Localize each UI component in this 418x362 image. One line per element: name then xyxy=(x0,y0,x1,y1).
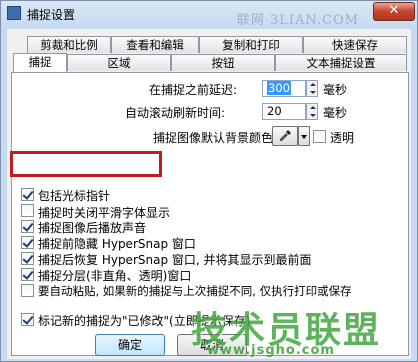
mark-modified-checkbox[interactable] xyxy=(21,313,34,326)
watermark-url: www.jsgho.com xyxy=(207,343,335,358)
hide-window-checkbox[interactable] xyxy=(21,236,34,249)
dialog-window: 捕捉设置 联网 3LIAN.COM ✕ 剪裁和比例 查看和编辑 复制和打印 快速… xyxy=(0,0,418,362)
close-button[interactable]: ✕ xyxy=(373,2,415,21)
bgcolor-label: 捕捉图像默认背景颜色: xyxy=(153,131,278,145)
restore-window-checkbox[interactable] xyxy=(21,252,34,265)
tab-quick-save[interactable]: 快速保存 xyxy=(303,36,407,53)
delay-label: 在捕捉之前延迟: xyxy=(149,83,238,97)
tab-capture[interactable]: 捕捉 xyxy=(13,53,67,72)
delay-unit: 毫秒 xyxy=(323,83,348,97)
play-sound-label: 捕捉图像后播放声音 xyxy=(38,221,147,235)
color-dropdown-button[interactable] xyxy=(298,126,310,146)
window-title: 捕捉设置 xyxy=(27,8,76,22)
autoscroll-label: 自动滚动刷新时间: xyxy=(125,106,226,120)
title-bar[interactable]: 捕捉设置 联网 3LIAN.COM ✕ xyxy=(1,1,418,28)
highlight-box xyxy=(10,151,162,177)
tab-region[interactable]: 区域 xyxy=(67,54,171,71)
delay-spinner[interactable] xyxy=(306,80,318,97)
app-icon xyxy=(7,6,21,20)
transparent-label: 透明 xyxy=(330,131,355,145)
color-picker-button[interactable] xyxy=(272,126,298,146)
ok-button[interactable]: 确定 xyxy=(95,334,165,356)
layered-window-label: 捕捉分层(非直角、透明)窗口 xyxy=(38,269,192,283)
restore-window-label: 捕捉后恢复 HyperSnap 窗口, 并将其显示到最前面 xyxy=(38,253,312,267)
disable-smoothing-checkbox[interactable] xyxy=(21,204,34,217)
include-cursor-checkbox[interactable] xyxy=(21,188,34,201)
autoscroll-input[interactable]: 20 xyxy=(262,103,306,120)
eyedropper-icon xyxy=(280,130,291,141)
layered-window-checkbox[interactable] xyxy=(21,268,34,281)
auto-paste-label: 要自动粘贴, 如果新的捕捉与上次捕捉不同, 仅执行打印或保存 xyxy=(38,284,352,298)
include-cursor-label: 包括光标指针 xyxy=(38,189,111,203)
watermark-top: 联网 3LIAN.COM xyxy=(236,13,359,28)
delay-input[interactable]: 300 xyxy=(262,80,306,97)
tab-crop-scale[interactable]: 剪裁和比例 xyxy=(27,36,111,53)
tab-buttons[interactable]: 按钮 xyxy=(171,54,275,71)
auto-paste-checkbox[interactable] xyxy=(21,284,34,297)
autoscroll-unit: 毫秒 xyxy=(323,106,348,120)
hide-window-label: 捕捉前隐藏 HyperSnap 窗口 xyxy=(38,237,196,251)
play-sound-checkbox[interactable] xyxy=(21,220,34,233)
autoscroll-spinner[interactable] xyxy=(306,103,318,120)
tab-text-capture[interactable]: 文本捕捉设置 xyxy=(275,54,407,71)
transparent-checkbox[interactable] xyxy=(313,130,326,143)
tab-view-edit[interactable]: 查看和编辑 xyxy=(111,36,199,53)
tab-copy-print[interactable]: 复制和打印 xyxy=(199,36,303,53)
